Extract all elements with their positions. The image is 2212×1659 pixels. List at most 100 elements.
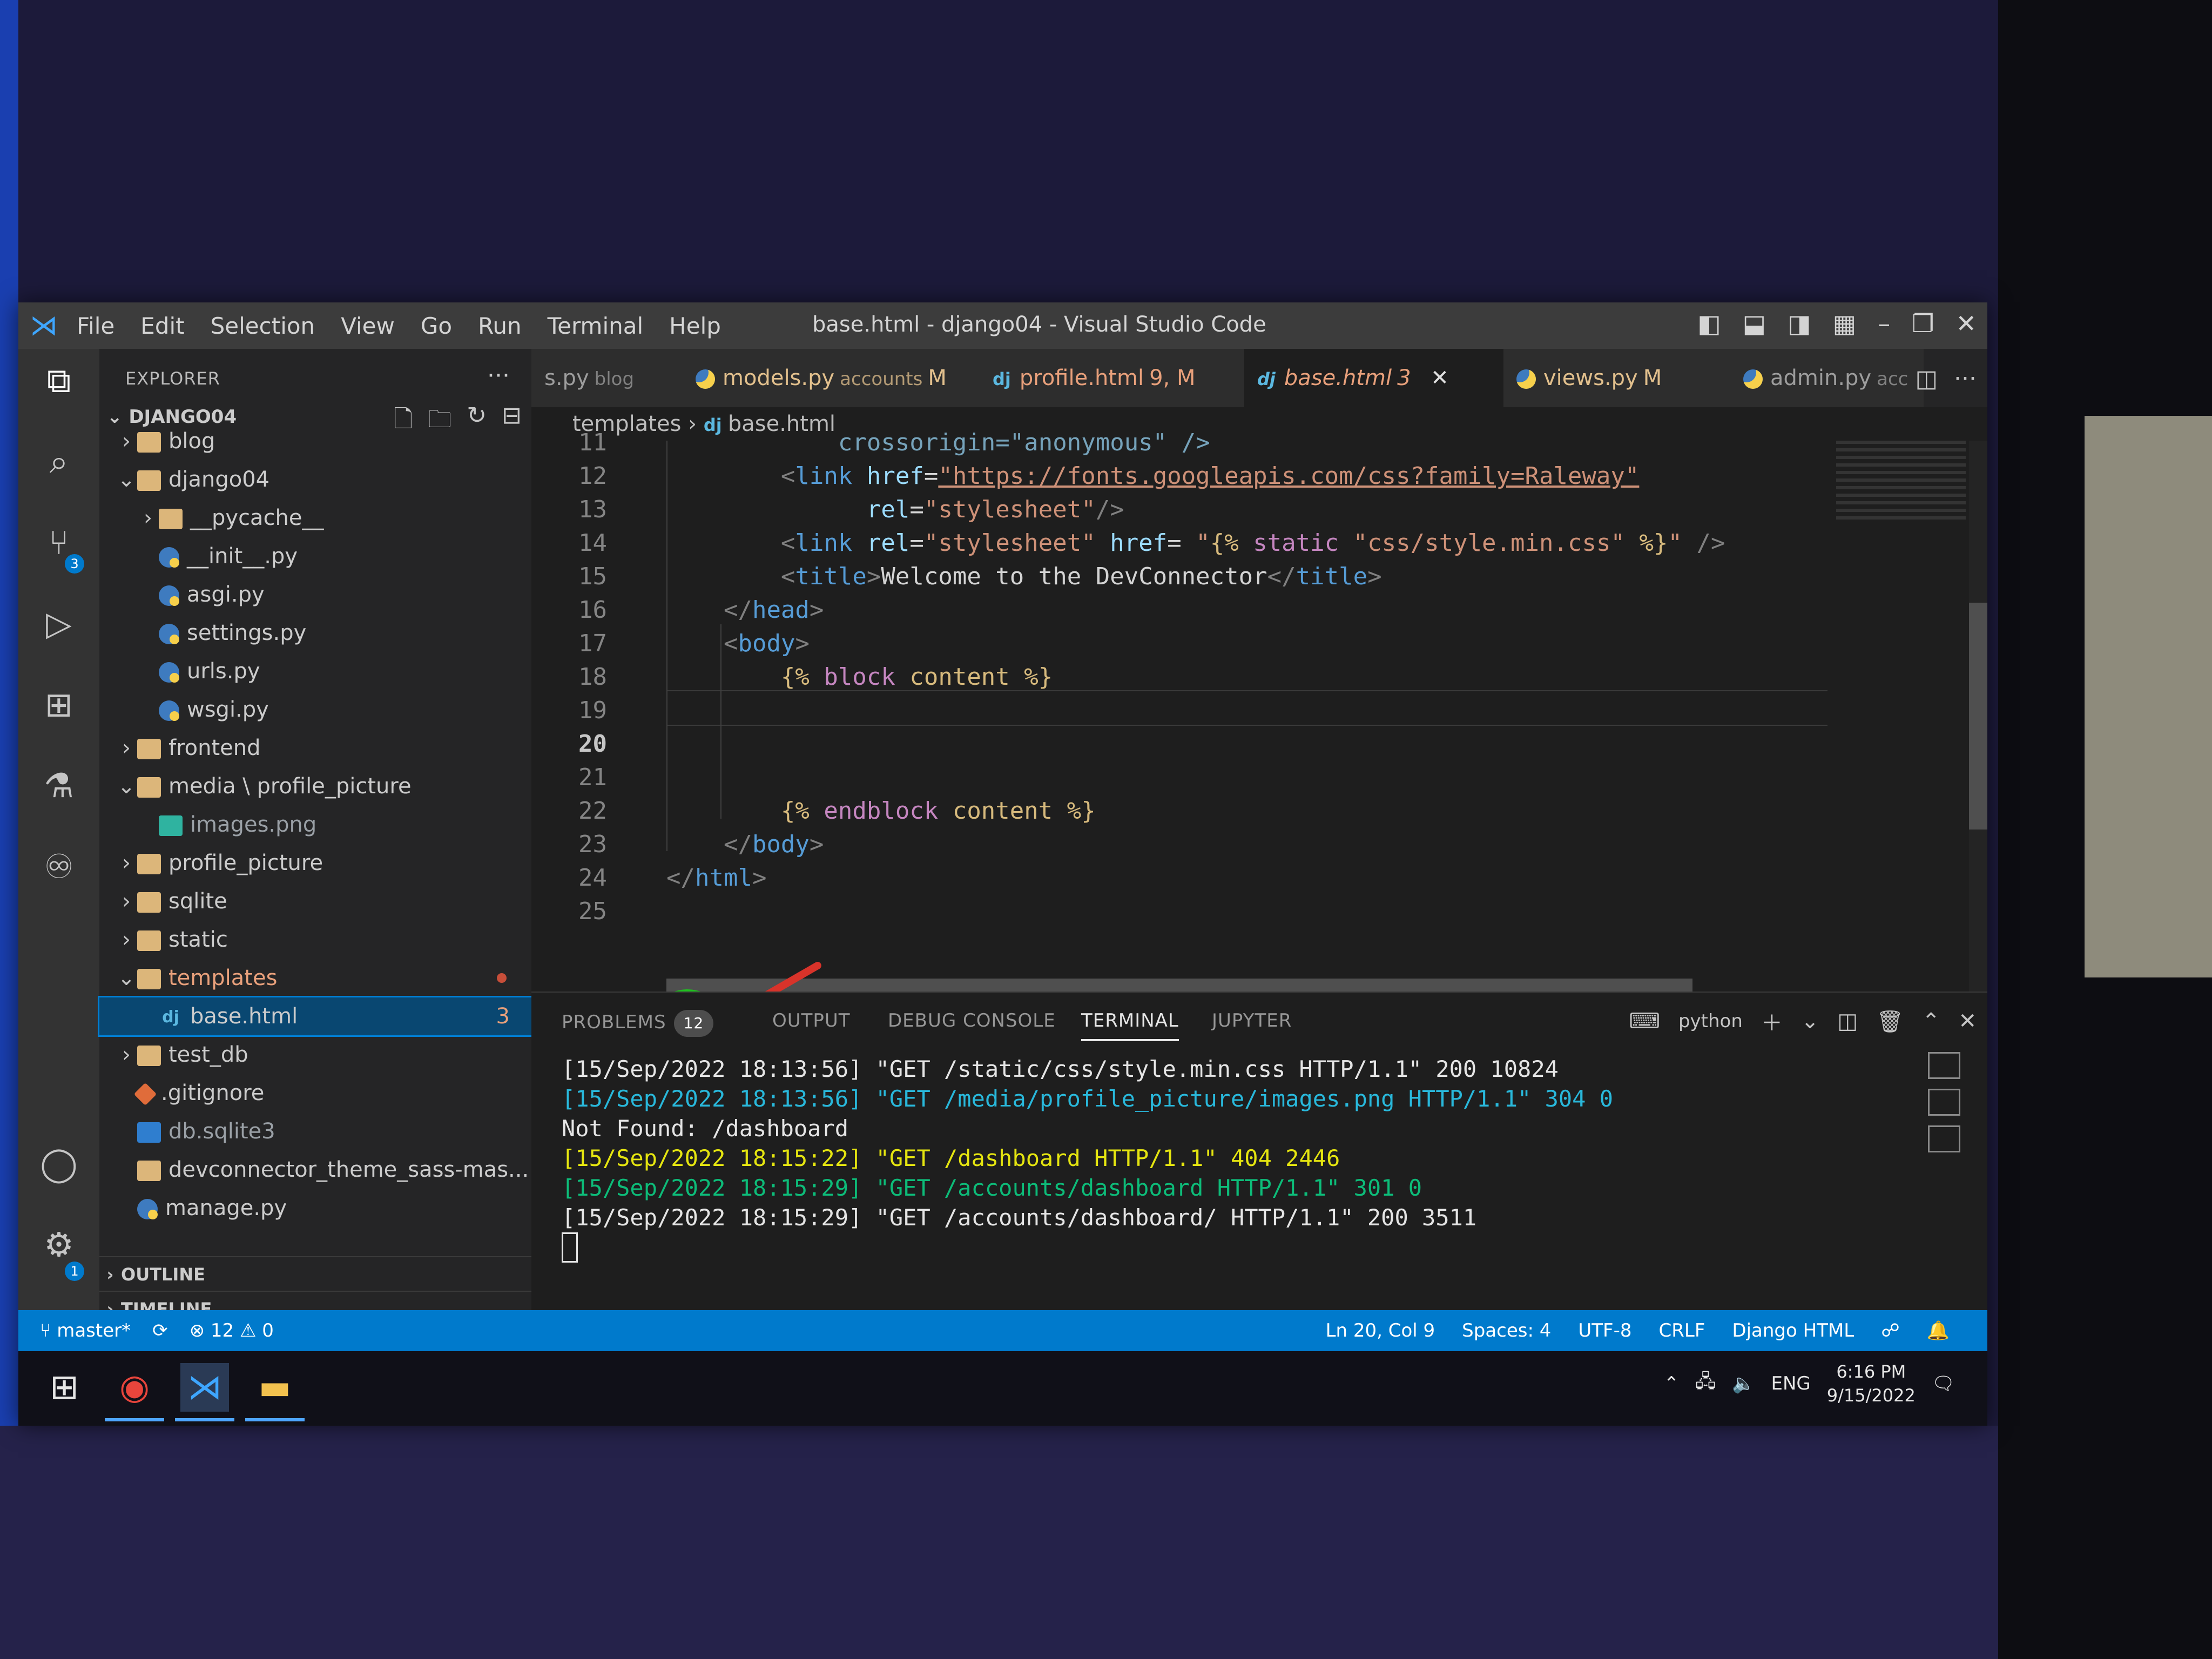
file-explorer-icon[interactable]: ▬ <box>251 1363 299 1412</box>
terminal-shell-label[interactable]: python <box>1678 1010 1743 1032</box>
minimap[interactable] <box>1836 441 1966 522</box>
code-editor[interactable]: 11 12 13 14 15 16 17 18 19 20 21 22 23 24 25 crossorig… <box>531 429 1987 992</box>
tab-admin-py[interactable]: admin.py acc <box>1730 349 1924 407</box>
terminal-instance-icon[interactable] <box>1928 1089 1960 1116</box>
accounts-icon[interactable]: ◯ <box>38 1143 80 1185</box>
more-actions-icon[interactable]: ··· <box>1954 365 1977 393</box>
search-icon[interactable]: ⌕ <box>38 441 80 483</box>
tab-jupyter[interactable]: JUPYTER <box>1212 1010 1292 1031</box>
tree-item[interactable]: › blog <box>99 422 531 460</box>
menu-edit[interactable]: Edit <box>140 313 184 339</box>
chrome-icon[interactable]: ◉ <box>110 1363 159 1412</box>
action-center-icon[interactable]: 🗨 <box>1932 1373 1955 1394</box>
terminal-instance-icon[interactable] <box>1928 1125 1960 1152</box>
input-language[interactable]: ENG <box>1771 1373 1810 1394</box>
tree-item-label: wsgi.py <box>187 697 269 722</box>
tab-s-py[interactable]: s.py blog <box>531 349 698 407</box>
panel-actions: ⌨ python ＋ ⌄ ◫ 🗑 ⌃ ✕ <box>1629 1006 1977 1037</box>
chevron-down-icon[interactable]: ⌄ <box>1801 1009 1819 1034</box>
split-terminal-icon[interactable]: ◫ <box>1837 1009 1858 1034</box>
windows-start-icon[interactable]: ⊞ <box>40 1363 89 1412</box>
menu-selection[interactable]: Selection <box>211 313 315 339</box>
tree-item[interactable]: images.png <box>99 806 531 844</box>
menu-terminal[interactable]: Terminal <box>548 313 644 339</box>
tab-output[interactable]: OUTPUT <box>772 1010 851 1031</box>
tree-item[interactable]: ⌄ templates <box>99 959 531 997</box>
language-mode[interactable]: Django HTML <box>1732 1310 1854 1351</box>
split-editor-icon[interactable]: ◫ <box>1915 365 1938 393</box>
outline-section[interactable]: › OUTLINE <box>99 1256 531 1292</box>
tree-item[interactable]: › profile_picture <box>99 844 531 882</box>
tree-item[interactable]: › sqlite <box>99 882 531 920</box>
chevron-up-icon[interactable]: ⌃ <box>1664 1373 1680 1394</box>
tree-item[interactable]: ⌄ django04 <box>99 461 531 498</box>
network-icon[interactable]: 🖧 <box>1695 1368 1716 1399</box>
menu-run[interactable]: Run <box>478 313 522 339</box>
restore-button[interactable]: ❐ <box>1912 309 1934 338</box>
settings-gear-icon[interactable]: ⚙ <box>38 1224 80 1266</box>
toggle-secondary-sidebar-icon[interactable]: ◨ <box>1788 309 1811 338</box>
tree-item[interactable]: › __pycache__ <box>99 499 531 537</box>
encoding[interactable]: UTF-8 <box>1578 1310 1631 1351</box>
tree-item[interactable]: settings.py <box>99 614 531 652</box>
terminal-instance-icon[interactable] <box>1928 1052 1960 1079</box>
tree-item-label: urls.py <box>187 659 260 684</box>
cursor-position[interactable]: Ln 20, Col 9 <box>1326 1310 1435 1351</box>
more-actions-icon[interactable]: ··· <box>487 362 510 389</box>
trash-icon[interactable]: 🗑 <box>1876 1009 1904 1034</box>
tree-item[interactable]: manage.py <box>99 1189 531 1227</box>
menu-file[interactable]: File <box>77 313 114 339</box>
tree-item[interactable]: .gitignore <box>99 1074 531 1112</box>
vscode-taskbar-icon[interactable]: ⋊ <box>180 1363 229 1412</box>
volume-icon[interactable]: 🔈 <box>1732 1373 1755 1394</box>
line-ending[interactable]: CRLF <box>1659 1310 1705 1351</box>
new-terminal-icon[interactable]: ＋ <box>1761 1006 1783 1037</box>
tree-item[interactable]: wsgi.py <box>99 691 531 729</box>
minimize-button[interactable]: – <box>1878 309 1890 338</box>
tree-item[interactable]: asgi.py <box>99 576 531 613</box>
editor-vertical-scrollbar[interactable] <box>1969 441 1987 992</box>
editor-horizontal-scrollbar[interactable] <box>666 979 1692 992</box>
indentation[interactable]: Spaces: 4 <box>1462 1310 1551 1351</box>
testing-icon[interactable]: ⚗ <box>38 765 80 807</box>
tab-models-py[interactable]: models.py accounts M <box>683 349 995 407</box>
tab-views-py[interactable]: views.py M <box>1503 349 1745 407</box>
python-icon[interactable]: ♾ <box>38 846 80 888</box>
tab-profile-html[interactable]: dj profile.html 9, M <box>980 349 1259 407</box>
tree-item[interactable]: dj base.html 3 <box>98 996 533 1037</box>
tab-problems[interactable]: PROBLEMS 12 <box>562 1010 714 1037</box>
problems-status[interactable]: ⊗ 12 ⚠ 0 <box>190 1310 274 1351</box>
tree-item[interactable]: › static <box>99 921 531 959</box>
sync-icon[interactable]: ⟳ <box>152 1310 168 1351</box>
tree-item[interactable]: ⌄ media \ profile_picture <box>99 767 531 805</box>
tab-terminal[interactable]: TERMINAL <box>1081 1010 1179 1041</box>
toggle-sidebar-icon[interactable]: ◧ <box>1697 309 1721 338</box>
tab-base-html[interactable]: dj base.html 3 ✕ <box>1244 349 1519 407</box>
close-panel-icon[interactable]: ✕ <box>1958 1009 1977 1034</box>
tree-item[interactable]: __init__.py <box>99 537 531 575</box>
tree-item[interactable]: › test_db <box>99 1036 531 1074</box>
clock[interactable]: 6:16 PM 9/15/2022 <box>1827 1360 1916 1407</box>
explorer-icon[interactable]: ⧉ <box>38 360 80 402</box>
feedback-icon[interactable]: ☍ <box>1881 1310 1899 1351</box>
tree-item[interactable]: devconnector_theme_sass-mas... <box>99 1151 531 1189</box>
notifications-bell-icon[interactable]: 🔔 <box>1927 1310 1950 1351</box>
menu-help[interactable]: Help <box>669 313 721 339</box>
tree-item[interactable]: › frontend <box>99 729 531 767</box>
menu-view[interactable]: View <box>341 313 395 339</box>
tab-status: M <box>928 366 947 390</box>
maximize-panel-icon[interactable]: ⌃ <box>1922 1009 1940 1034</box>
tab-close-icon[interactable]: ✕ <box>1431 366 1449 390</box>
close-window-button[interactable]: ✕ <box>1955 309 1977 338</box>
extensions-icon[interactable]: ⊞ <box>38 684 80 726</box>
scrollbar-thumb[interactable] <box>1969 603 1987 830</box>
toggle-panel-icon[interactable]: ⬓ <box>1743 309 1766 338</box>
tree-item[interactable]: urls.py <box>99 652 531 690</box>
menu-go[interactable]: Go <box>421 313 452 339</box>
branch-status[interactable]: ⑂ master* <box>40 1310 131 1351</box>
customize-layout-icon[interactable]: ▦ <box>1833 309 1856 338</box>
terminal-output[interactable]: [15/Sep/2022 18:13:56] "GET /static/css/… <box>562 1054 1613 1263</box>
tab-debug-console[interactable]: DEBUG CONSOLE <box>888 1010 1056 1031</box>
tree-item[interactable]: db.sqlite3 <box>99 1112 531 1150</box>
run-debug-icon[interactable]: ▷ <box>38 603 80 645</box>
